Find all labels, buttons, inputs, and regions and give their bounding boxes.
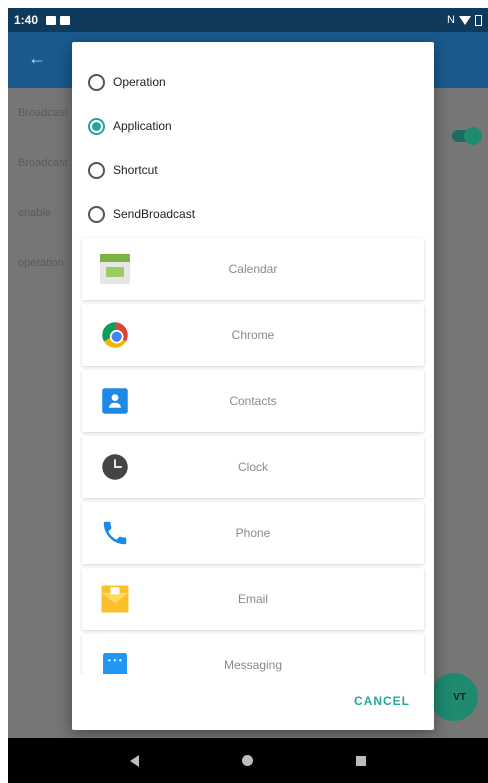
status-time: 1:40 (14, 13, 39, 27)
radio-label: Application (113, 119, 172, 133)
app-item-chrome[interactable]: Chrome (82, 304, 424, 366)
battery-icon (475, 14, 482, 26)
cancel-button[interactable]: CANCEL (348, 688, 416, 714)
application-list: Calendar Chrome Contacts Clock Phone Ema… (82, 238, 424, 700)
chrome-icon (102, 322, 128, 348)
app-item-calendar[interactable]: Calendar (82, 238, 424, 300)
device-screen: 1:40 N ← Broadcast Broadcast enable oper… (8, 8, 488, 783)
app-label: Contacts (229, 394, 277, 408)
calendar-icon (100, 254, 130, 284)
app-item-phone[interactable]: Phone (82, 502, 424, 564)
radio-option-shortcut[interactable]: Shortcut (88, 148, 434, 192)
radio-option-operation[interactable]: Operation (88, 60, 434, 104)
phone-icon (100, 518, 130, 548)
navigation-bar (8, 738, 488, 783)
contacts-icon (102, 388, 128, 414)
clock-icon (102, 454, 128, 480)
radio-label: Shortcut (113, 163, 158, 177)
radio-button-checked[interactable] (88, 117, 105, 135)
radio-label: Operation (113, 75, 166, 89)
status-bar: 1:40 N (8, 8, 488, 32)
app-label: Email (237, 592, 268, 606)
radio-option-sendbroadcast[interactable]: SendBroadcast (88, 192, 434, 236)
action-type-radio-group: Operation Application Shortcut SendBroad… (72, 42, 434, 236)
app-label: Messaging (223, 658, 283, 672)
notification-icon (46, 15, 57, 25)
fab-label: VT (453, 691, 466, 703)
action-type-dialog: Operation Application Shortcut SendBroad… (72, 42, 434, 730)
wifi-icon (459, 15, 471, 25)
dialog-actions: CANCEL (72, 674, 434, 730)
back-arrow-icon[interactable]: ← (28, 48, 46, 69)
app-item-clock[interactable]: Clock (82, 436, 424, 498)
radio-option-application[interactable]: Application (88, 104, 434, 148)
nav-recents-icon[interactable] (356, 755, 367, 766)
nav-back-icon[interactable] (129, 754, 139, 767)
status-right-text: N (447, 14, 455, 26)
app-label: Chrome (231, 328, 275, 342)
fab-button[interactable]: VT (430, 673, 478, 721)
app-item-email[interactable]: Email (82, 568, 424, 630)
radio-label: SendBroadcast (113, 207, 196, 221)
app-label: Calendar (228, 262, 278, 276)
app-item-contacts[interactable]: Contacts (82, 370, 424, 432)
radio-button[interactable] (88, 205, 105, 223)
nav-home-icon[interactable] (241, 755, 253, 766)
app-label: Clock (237, 460, 268, 474)
status-right: N (447, 14, 482, 26)
email-icon (101, 585, 129, 613)
radio-button[interactable] (88, 73, 105, 91)
radio-button[interactable] (88, 161, 105, 179)
app-label: Phone (235, 526, 271, 540)
notification-icon (60, 15, 71, 25)
enable-toggle[interactable] (452, 127, 482, 145)
